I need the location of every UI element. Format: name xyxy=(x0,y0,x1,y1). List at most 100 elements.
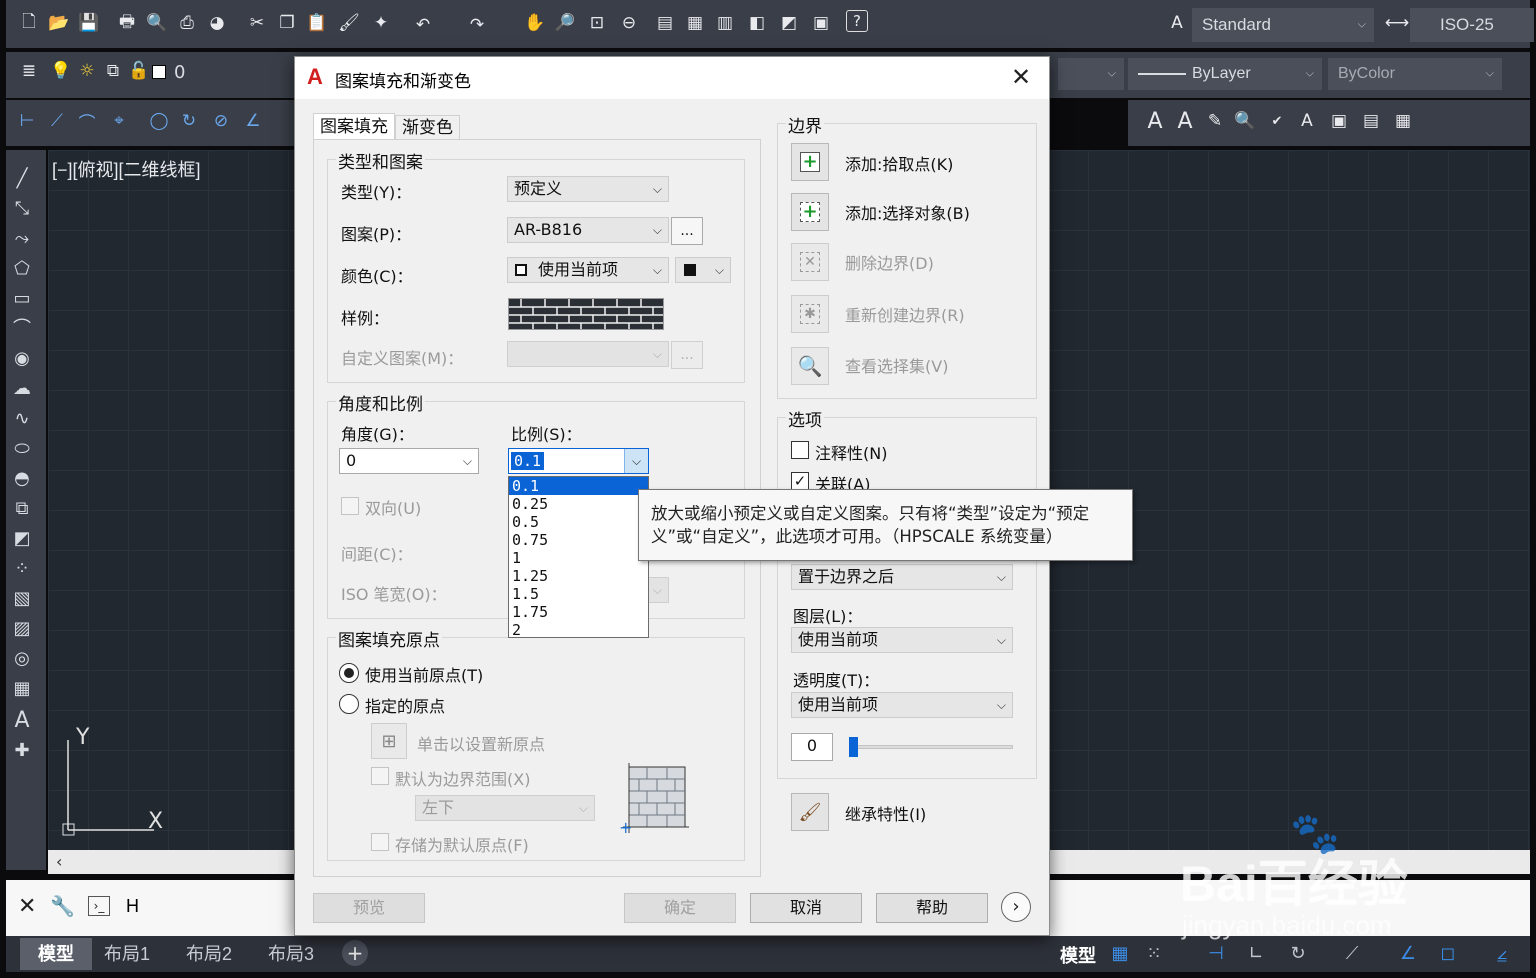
new-file-icon[interactable]: 🗋 xyxy=(16,10,42,36)
copy-icon[interactable]: ❐ xyxy=(274,10,300,36)
zoom-window-icon[interactable]: ⊡ xyxy=(584,10,610,36)
scale-option[interactable]: 2 xyxy=(509,621,648,639)
tab-model[interactable]: 模型 xyxy=(20,938,92,970)
transparency-slider-thumb[interactable] xyxy=(849,737,858,757)
pattern-swatch[interactable] xyxy=(508,298,664,330)
arc-icon[interactable]: ⌒ xyxy=(11,318,33,340)
store-default-checkbox[interactable] xyxy=(371,833,389,851)
set-origin-button[interactable]: ⊞ xyxy=(371,723,407,759)
annotative-checkbox[interactable] xyxy=(791,441,809,459)
close-icon[interactable]: ✕ xyxy=(1007,63,1035,91)
text-style-combo[interactable]: Standard ⌵ xyxy=(1192,8,1374,42)
custom-pattern-select[interactable]: ⌵ xyxy=(507,341,669,367)
recreate-boundary-button[interactable]: ✱ xyxy=(791,295,829,333)
radius-dim-icon[interactable]: ◯ xyxy=(146,108,172,134)
tab-layout3[interactable]: 布局3 xyxy=(250,938,332,970)
calculator-icon[interactable]: ▣ xyxy=(808,10,834,36)
scale-select[interactable]: 0.1 ⌵ xyxy=(508,448,649,474)
3d-dwf-icon[interactable]: ◕ xyxy=(204,10,230,36)
tab-layout2[interactable]: 布局2 xyxy=(168,938,250,970)
scroll-left-icon[interactable]: ‹ xyxy=(56,852,62,871)
undo-icon[interactable]: ↶ xyxy=(410,12,436,38)
draw-order-select[interactable]: 置于边界之后 ⌵ xyxy=(791,564,1013,590)
linetype-combo[interactable]: ByLayer ⌵ xyxy=(1128,58,1322,90)
jogged-dim-icon[interactable]: ↻ xyxy=(176,108,202,134)
command-input[interactable]: H xyxy=(126,896,139,917)
snap-icon[interactable]: ⁙ xyxy=(1144,944,1164,964)
edit-text-icon[interactable]: ✎ xyxy=(1202,108,1228,134)
ortho-icon[interactable]: ∟ xyxy=(1246,944,1266,964)
zoom-realtime-icon[interactable]: 🔎 xyxy=(552,10,578,36)
pattern-browse-button[interactable]: ... xyxy=(671,217,703,245)
polygon-icon[interactable]: ⬠ xyxy=(11,258,33,280)
find-text-icon[interactable]: 🔍 xyxy=(1232,108,1258,134)
multiline-text-icon[interactable]: A xyxy=(1142,108,1168,134)
spell-check-icon[interactable]: ✔ xyxy=(1264,108,1290,134)
freeze-icon[interactable]: ⧉ xyxy=(100,58,126,84)
paste-icon[interactable]: 📋 xyxy=(304,10,330,36)
add-selected-icon[interactable]: ✚ xyxy=(11,740,33,762)
default-extent-checkbox[interactable] xyxy=(371,767,389,785)
hatch-layer-select[interactable]: 使用当前项 ⌵ xyxy=(791,627,1013,653)
osnap-icon[interactable]: ◻ xyxy=(1438,944,1458,964)
linear-dim-icon[interactable]: ⊢ xyxy=(14,108,40,134)
double-checkbox[interactable] xyxy=(341,497,359,515)
scale-option[interactable]: 1.75 xyxy=(509,603,648,621)
angle-select[interactable]: 0 ⌵ xyxy=(339,448,479,474)
cancel-button[interactable]: 取消 xyxy=(750,893,862,923)
layer-combo-arrow[interactable]: ⌵ xyxy=(1058,58,1124,90)
tab-gradient[interactable]: 渐变色 xyxy=(395,115,460,139)
help-icon[interactable]: ? xyxy=(846,10,868,32)
revcloud-icon[interactable]: ☁ xyxy=(11,378,33,400)
add-select-objects-button[interactable]: + xyxy=(791,193,829,231)
add-layout-icon[interactable]: + xyxy=(342,940,368,966)
view-selections-button[interactable]: 🔍 xyxy=(791,347,829,385)
scale-option[interactable]: 1 xyxy=(509,549,648,567)
match-properties-icon[interactable]: 🖌 xyxy=(336,10,362,36)
plot-preview-icon[interactable]: 🔍 xyxy=(144,10,170,36)
sun-icon[interactable]: ☼ xyxy=(74,58,100,84)
scale-option[interactable]: 0.75 xyxy=(509,531,648,549)
save-icon[interactable]: 💾 xyxy=(76,10,102,36)
mtext-icon[interactable]: A xyxy=(11,710,33,732)
polyline-icon[interactable]: ⤳ xyxy=(11,228,33,250)
redo-icon[interactable]: ↷ xyxy=(464,12,490,38)
gradient-icon[interactable]: ▨ xyxy=(11,618,33,640)
region-icon[interactable]: ◎ xyxy=(11,648,33,670)
insert-block-icon[interactable]: ⧉ xyxy=(11,498,33,520)
preview-button[interactable]: 预览 xyxy=(313,893,425,923)
circle-icon[interactable]: ◉ xyxy=(11,348,33,370)
cut-icon[interactable]: ✂ xyxy=(244,10,270,36)
remove-boundaries-button[interactable]: ✕ xyxy=(791,243,829,281)
angular-dim-icon[interactable]: ∠ xyxy=(240,108,266,134)
plotstyle-combo[interactable]: ByColor ⌵ xyxy=(1328,58,1502,90)
scale-option[interactable]: 0.1 xyxy=(509,477,648,495)
type-select[interactable]: 预定义 ⌵ xyxy=(507,176,669,202)
ellipse-icon[interactable]: ⬭ xyxy=(11,438,33,460)
zoom-previous-icon[interactable]: ⊖ xyxy=(616,10,642,36)
transparency-slider-track[interactable] xyxy=(849,745,1013,749)
infer-icon[interactable]: ⊣ xyxy=(1206,944,1226,964)
polar-icon[interactable]: ↻ xyxy=(1288,944,1308,964)
transparency-input[interactable]: 0 xyxy=(791,733,833,761)
rectangle-icon[interactable]: ▭ xyxy=(11,288,33,310)
isodraft-icon[interactable]: ⟋ xyxy=(1342,944,1362,964)
pattern-select[interactable]: AR-B816 ⌵ xyxy=(507,217,669,243)
justify-text-icon[interactable]: ▤ xyxy=(1358,108,1384,134)
extent-select[interactable]: 左下 ⌵ xyxy=(415,795,595,821)
lock-icon[interactable]: 🔓 xyxy=(126,58,152,84)
spline-icon[interactable]: ∿ xyxy=(11,408,33,430)
text-style-dlg-icon[interactable]: A xyxy=(1294,108,1320,134)
osnap-track-icon[interactable]: ∠ xyxy=(1398,944,1418,964)
dim-style-combo[interactable]: ISO-25 xyxy=(1410,8,1534,42)
lightbulb-icon[interactable]: 💡 xyxy=(48,58,74,84)
tab-hatch[interactable]: 图案填充 xyxy=(313,113,395,139)
lineweight-icon[interactable]: ⦤ xyxy=(1492,944,1512,964)
make-block-icon[interactable]: ◩ xyxy=(11,528,33,550)
print-icon[interactable]: 🖶 xyxy=(114,10,140,36)
markup-icon[interactable]: ◩ xyxy=(776,10,802,36)
design-center-icon[interactable]: ▦ xyxy=(682,10,708,36)
single-text-icon[interactable]: A xyxy=(1172,108,1198,134)
tab-layout1[interactable]: 布局1 xyxy=(86,938,168,970)
color-select[interactable]: 使用当前项 ⌵ xyxy=(507,257,669,283)
